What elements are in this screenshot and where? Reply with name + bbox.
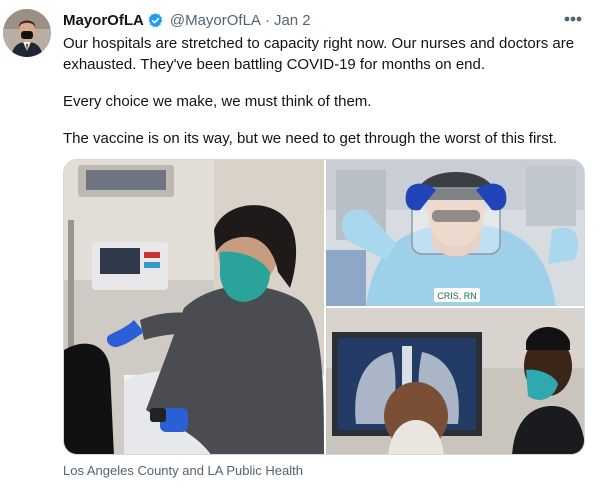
tweet-text: Our hospitals are stretched to capacity … bbox=[63, 33, 591, 165]
media-grid: CRIS, RN bbox=[63, 159, 585, 455]
name-badge-text: CRIS, RN bbox=[437, 291, 477, 301]
header-separator: · bbox=[264, 11, 270, 29]
author-handle[interactable]: @MayorOfLA bbox=[170, 12, 261, 29]
tweet-paragraph: Every choice we make, we must think of t… bbox=[63, 93, 372, 110]
tweet-date[interactable]: Jan 2 bbox=[274, 12, 311, 29]
health-worker-ppe-photo: CRIS, RN bbox=[326, 160, 584, 306]
tweet-header: MayorOfLA @MayorOfLA · Jan 2 bbox=[63, 10, 311, 30]
media-photo-1[interactable] bbox=[64, 160, 324, 454]
tweet[interactable]: MayorOfLA @MayorOfLA · Jan 2 Our hospita… bbox=[0, 0, 600, 490]
tweet-paragraph: Our hospitals are stretched to capacity … bbox=[63, 35, 575, 73]
xray-review-photo bbox=[326, 308, 584, 454]
more-options-icon[interactable] bbox=[560, 9, 586, 29]
author-display-name[interactable]: MayorOfLA bbox=[63, 12, 144, 29]
nurse-with-monitor-photo bbox=[64, 160, 324, 454]
author-avatar[interactable] bbox=[3, 9, 51, 57]
media-photo-2[interactable]: CRIS, RN bbox=[326, 160, 584, 306]
media-photo-3[interactable] bbox=[326, 308, 584, 454]
verified-badge-icon bbox=[148, 12, 163, 27]
avatar-image bbox=[3, 9, 51, 57]
tweet-paragraph: The vaccine is on its way, but we need t… bbox=[63, 130, 558, 147]
media-credit[interactable]: Los Angeles County and LA Public Health bbox=[63, 463, 303, 478]
